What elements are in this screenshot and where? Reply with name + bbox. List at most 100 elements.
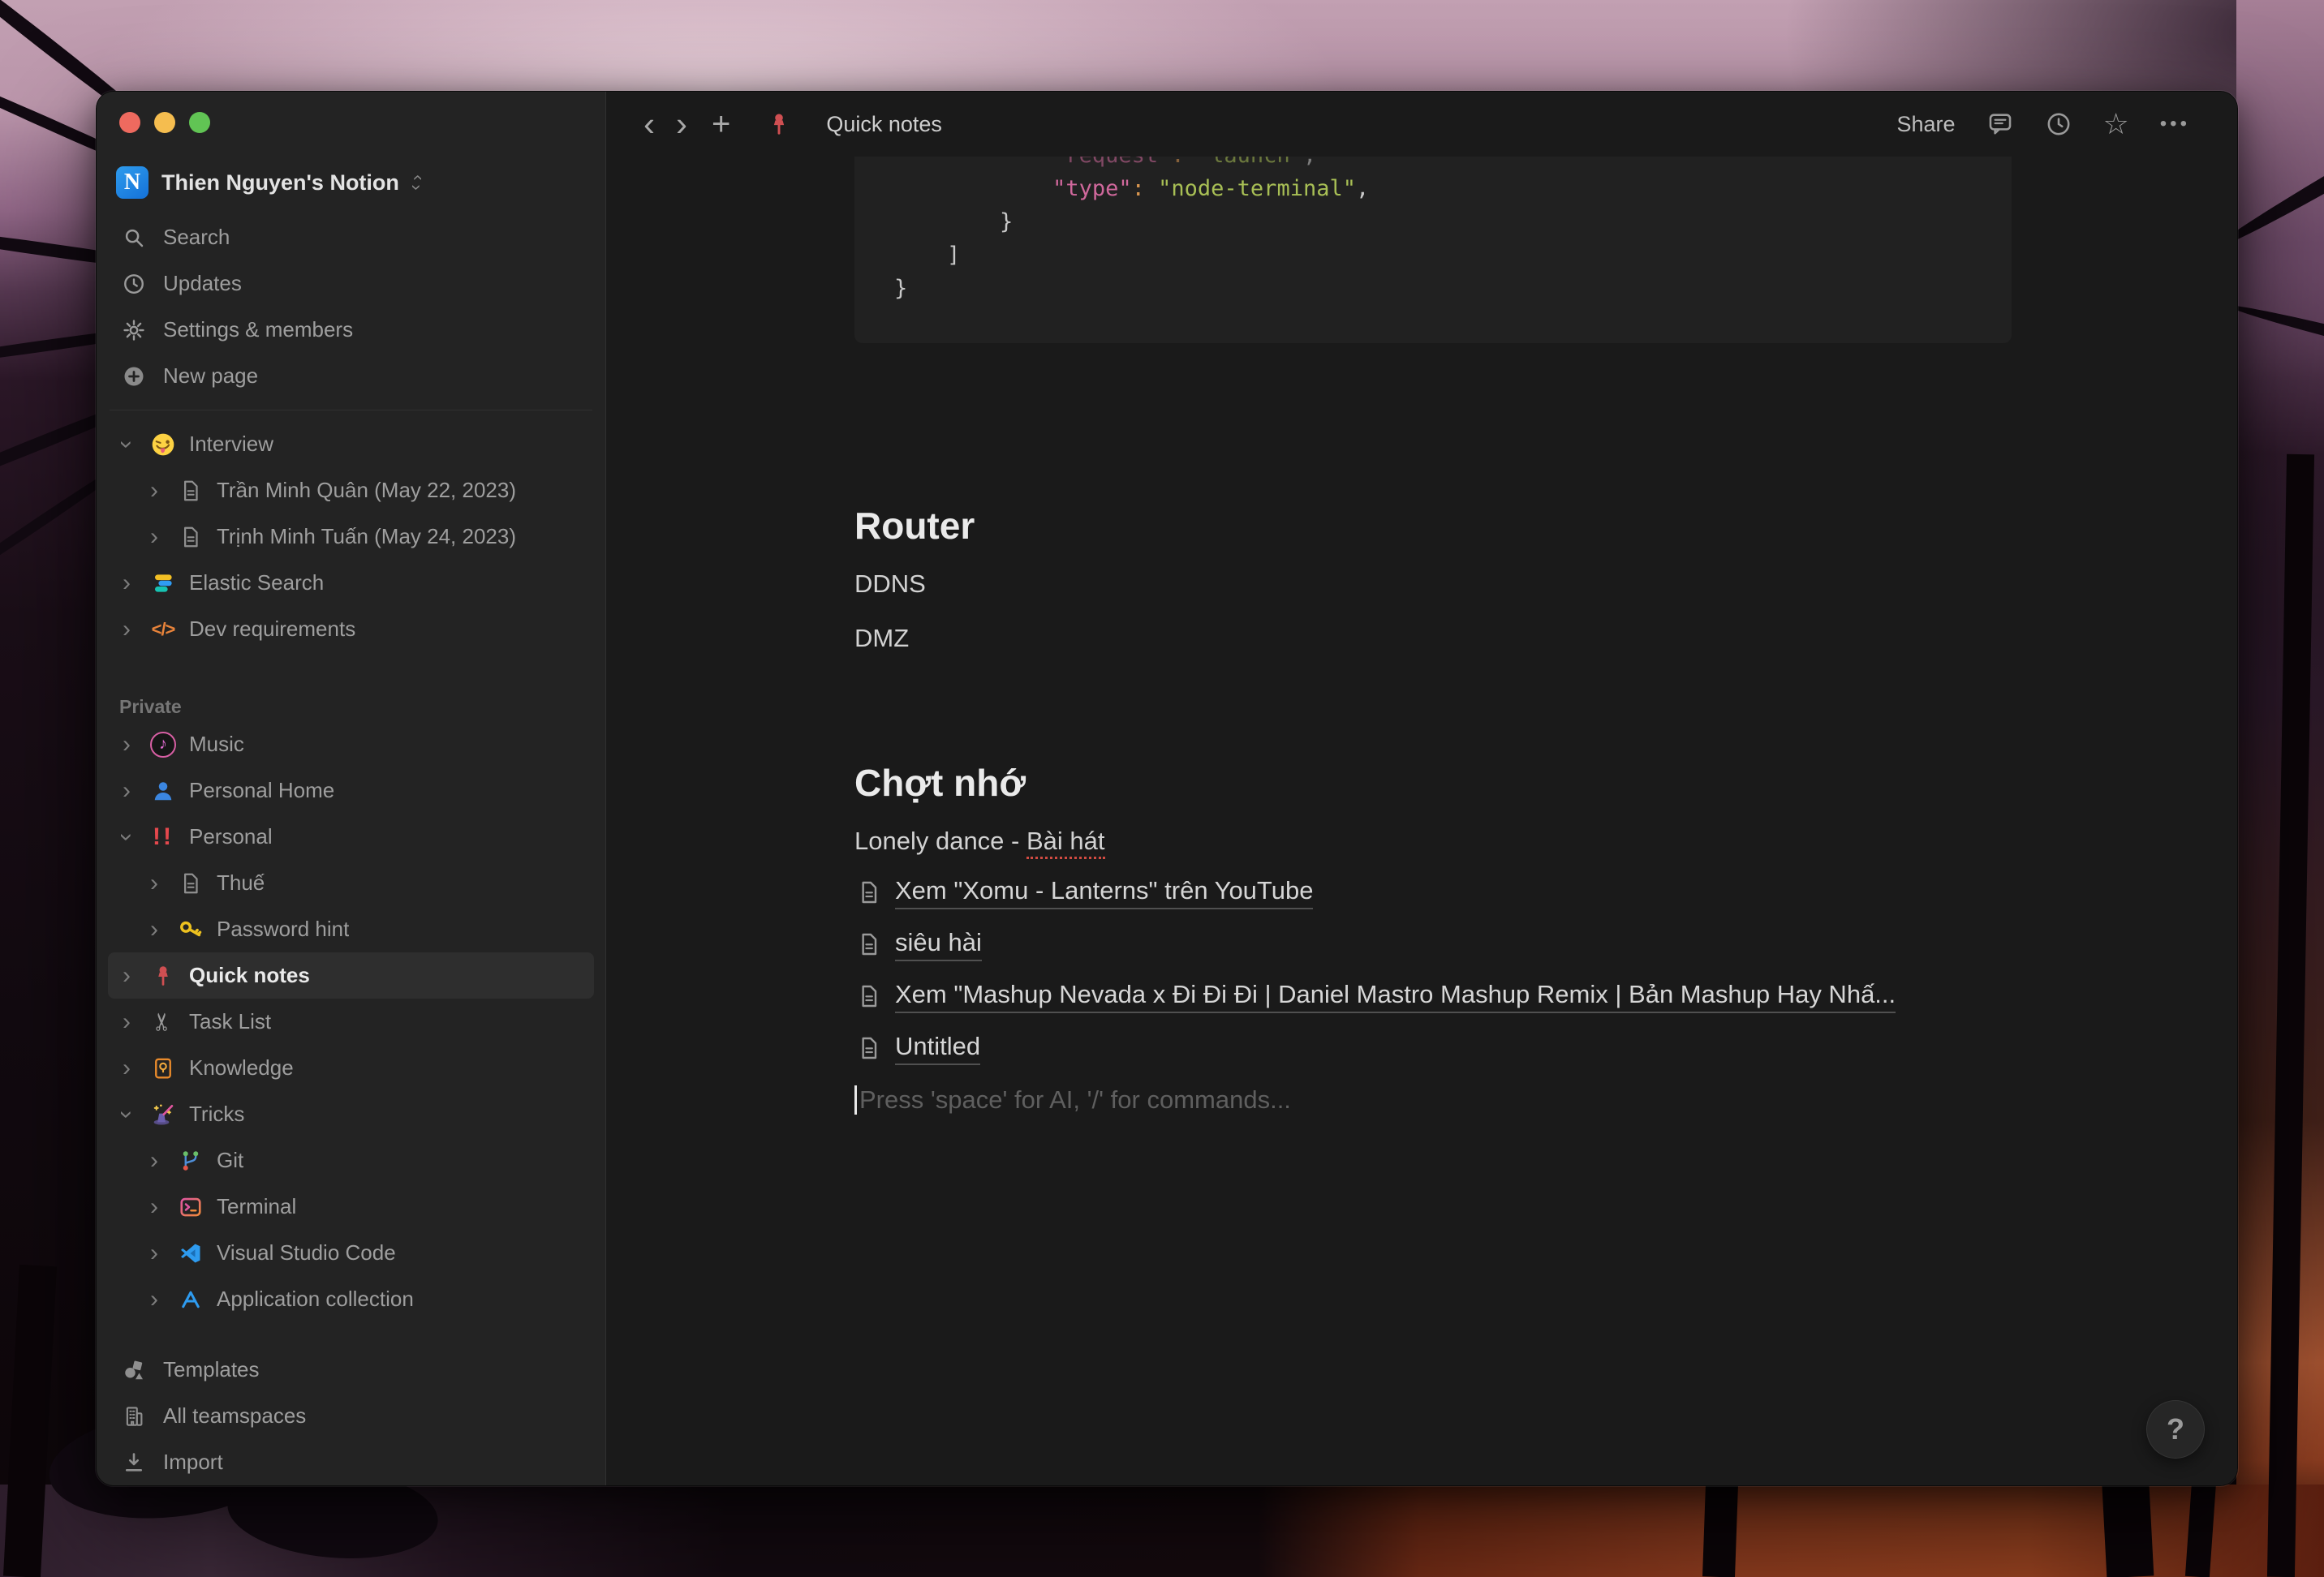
sidebar-item-interview-page-1[interactable]: › Trần Minh Quân (May 22, 2023): [108, 467, 594, 513]
forward-button[interactable]: ›: [676, 108, 687, 140]
chevron-right-icon[interactable]: ›: [144, 919, 165, 940]
chevron-right-icon[interactable]: ›: [144, 1197, 165, 1218]
chevron-right-icon[interactable]: ›: [116, 573, 137, 594]
sidebar-item-dev-requirements[interactable]: › </> Dev requirements: [108, 606, 594, 652]
page-link-xomu[interactable]: Xem "Xomu - Lanterns" trên YouTube: [854, 875, 2012, 909]
sidebar-item-personal[interactable]: › !! Personal: [108, 814, 594, 860]
code-line: "type": "node-terminal",: [894, 172, 1979, 205]
sidebar-nav: Search Updates Settings & members: [108, 214, 594, 399]
chevron-right-icon[interactable]: ›: [144, 1243, 165, 1264]
sidebar-item-label: Git: [217, 1148, 243, 1173]
sidebar-item-thue[interactable]: › Thuế: [108, 860, 594, 906]
chevron-right-icon[interactable]: ›: [116, 965, 137, 986]
sidebar-item-task-list[interactable]: › ✂ Task List: [108, 999, 594, 1045]
code-block[interactable]: "request": "launch", "type": "node-termi…: [854, 131, 2012, 343]
sidebar-item-label: Task List: [189, 1009, 271, 1034]
chevron-right-icon[interactable]: ›: [144, 873, 165, 894]
key-icon: [176, 915, 205, 944]
breadcrumb-page-title[interactable]: Quick notes: [826, 112, 942, 137]
updates-clock-icon[interactable]: [2045, 110, 2072, 138]
sidebar-item-interview-page-2[interactable]: › Trịnh Minh Tuấn (May 24, 2023): [108, 513, 594, 560]
sidebar-item-password-hint[interactable]: › Password hint: [108, 906, 594, 952]
share-button[interactable]: Share: [1896, 112, 1955, 137]
chevron-right-icon[interactable]: ›: [144, 480, 165, 501]
sidebar-item-updates[interactable]: Updates: [108, 260, 594, 307]
import-icon: [119, 1448, 148, 1477]
close-window-button[interactable]: [119, 112, 140, 133]
back-button[interactable]: ‹: [643, 108, 655, 140]
chevron-right-icon[interactable]: ›: [116, 1058, 137, 1079]
paragraph-text: Lonely dance -: [854, 827, 1026, 855]
person-icon: [148, 776, 178, 806]
chevron-down-icon[interactable]: ›: [116, 827, 137, 848]
search-icon: [119, 223, 148, 252]
desktop-wallpaper: N Thien Nguyen's Notion ›› Search Update…: [0, 0, 2324, 1577]
paragraph-dmz[interactable]: DMZ: [854, 621, 2012, 655]
chevron-right-icon[interactable]: ›: [116, 780, 137, 801]
sidebar-item-terminal[interactable]: › Terminal: [108, 1184, 594, 1230]
window-controls: [108, 111, 594, 134]
page-link-untitled[interactable]: Untitled: [854, 1031, 2012, 1065]
comments-icon[interactable]: [1986, 110, 2014, 138]
favorite-star-icon[interactable]: ☆: [2103, 112, 2129, 136]
paragraph-lonely-dance[interactable]: Lonely dance - Bài hát: [854, 824, 2012, 857]
sidebar-item-trash[interactable]: Trash: [108, 1485, 594, 1486]
page-scroll-area[interactable]: "request": "launch", "type": "node-termi…: [606, 92, 2237, 1485]
editor-placeholder: Press 'space' for AI, '/' for commands..…: [859, 1085, 1291, 1115]
app-collection-icon: [176, 1285, 205, 1314]
text-cursor: [854, 1085, 857, 1115]
sidebar-item-tricks[interactable]: › Tricks: [108, 1091, 594, 1137]
zoom-window-button[interactable]: [189, 112, 210, 133]
sidebar-item-search[interactable]: Search: [108, 214, 594, 260]
code-line: ]: [894, 238, 1979, 272]
chevron-right-icon[interactable]: ›: [116, 1012, 137, 1033]
sidebar-item-all-teamspaces[interactable]: All teamspaces: [108, 1393, 594, 1439]
sidebar-item-music[interactable]: › ♪ Music: [108, 721, 594, 767]
page-icon: [854, 1033, 884, 1063]
help-button[interactable]: ?: [2146, 1400, 2205, 1459]
chevron-right-icon[interactable]: ›: [144, 1289, 165, 1310]
sidebar-item-application-collection[interactable]: › Application collection: [108, 1276, 594, 1322]
chevron-right-icon[interactable]: ›: [116, 734, 137, 755]
sidebar-item-interview[interactable]: › Interview: [108, 421, 594, 467]
chevron-right-icon[interactable]: ›: [144, 1150, 165, 1171]
chevron-right-icon[interactable]: ›: [116, 619, 137, 640]
page-icon: [176, 522, 205, 552]
pushpin-icon: [148, 961, 178, 990]
heading-chot-nho[interactable]: Chợt nhớ: [854, 758, 2012, 807]
heading-router[interactable]: Router: [854, 501, 2012, 550]
workspace-switch-chevrons-icon: ››: [414, 173, 420, 192]
new-tab-button[interactable]: +: [712, 106, 730, 143]
page-link-label: Untitled: [895, 1032, 980, 1065]
page-link-label: Xem "Mashup Nevada x Đi Đi Đi | Daniel M…: [895, 980, 1896, 1013]
sidebar-item-import[interactable]: Import: [108, 1439, 594, 1485]
sidebar-item-label: Settings & members: [163, 317, 353, 342]
sidebar-item-vscode[interactable]: › Visual Studio Code: [108, 1230, 594, 1276]
main-area: "request": "launch", "type": "node-termi…: [606, 92, 2237, 1485]
sidebar-item-new-page[interactable]: New page: [108, 353, 594, 399]
sidebar-item-git[interactable]: › Git: [108, 1137, 594, 1184]
more-options-button[interactable]: •••: [2160, 113, 2190, 135]
chevron-right-icon[interactable]: ›: [144, 526, 165, 548]
topbar-right: Share ☆ •••: [1896, 110, 2190, 138]
chevron-down-icon[interactable]: ›: [116, 434, 137, 455]
teamspace-tree: › Interview › Trần Minh Quân (May 22, 20…: [108, 421, 594, 652]
sidebar-item-templates[interactable]: Templates: [108, 1347, 594, 1393]
sidebar-item-label: New page: [163, 363, 258, 389]
sidebar-item-quick-notes[interactable]: › Quick notes: [108, 952, 594, 999]
minimize-window-button[interactable]: [154, 112, 175, 133]
chevron-down-icon[interactable]: ›: [116, 1104, 137, 1125]
page-link-mashup[interactable]: Xem "Mashup Nevada x Đi Đi Đi | Daniel M…: [854, 979, 2012, 1013]
workspace-switcher[interactable]: N Thien Nguyen's Notion ››: [108, 163, 594, 202]
page-link-sieu-hai[interactable]: siêu hài: [854, 927, 2012, 961]
sidebar-item-personal-home[interactable]: › Personal Home: [108, 767, 594, 814]
git-branch-icon: [176, 1146, 205, 1175]
sidebar-item-label: Application collection: [217, 1287, 414, 1312]
empty-block[interactable]: Press 'space' for AI, '/' for commands..…: [854, 1085, 2012, 1115]
sidebar-item-knowledge[interactable]: › Knowledge: [108, 1045, 594, 1091]
sidebar-item-settings[interactable]: Settings & members: [108, 307, 594, 353]
sidebar-footer: Templates All teamspaces Import: [108, 1347, 594, 1486]
paragraph-ddns[interactable]: DDNS: [854, 567, 2012, 600]
sidebar-item-elastic-search[interactable]: › Elastic Search: [108, 560, 594, 606]
music-icon: ♪: [148, 730, 178, 759]
